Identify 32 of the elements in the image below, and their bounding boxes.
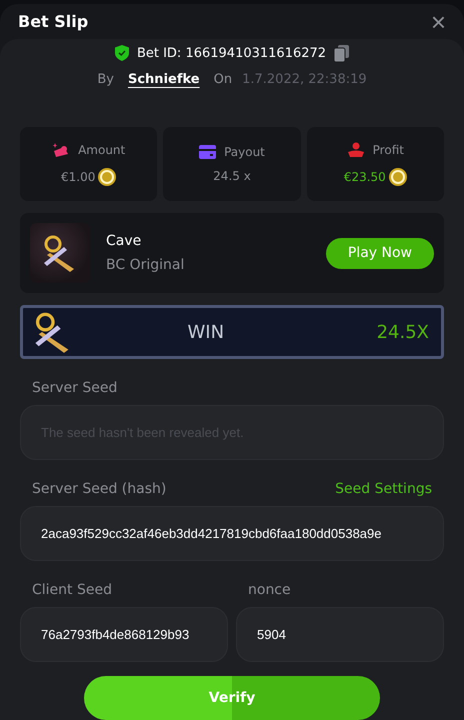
- coin-icon: [388, 168, 407, 186]
- on-label: On: [214, 72, 232, 86]
- close-button[interactable]: ×: [430, 8, 446, 34]
- stat-value: €1.00: [60, 170, 96, 184]
- stat-label: Payout: [224, 145, 265, 159]
- stat-value: €23.50: [344, 170, 386, 184]
- coin-icon: [98, 168, 116, 186]
- coins-icon: [52, 142, 70, 158]
- server-seed-hash-field[interactable]: 2aca93f529cc32af46eb3dd4217819cbd6faa180dd0538a9e: [20, 506, 444, 561]
- nonce-field[interactable]: 5904: [236, 607, 444, 662]
- stat-value: 24.5 x: [213, 169, 251, 183]
- username-link[interactable]: Schniefke: [128, 72, 200, 86]
- field-label: nonce: [248, 582, 291, 598]
- bet-date: 1.7.2022, 22:38:19: [242, 72, 367, 86]
- field-label: Server Seed (hash): [32, 481, 166, 497]
- win-multiplier: 24.5X: [376, 322, 429, 342]
- card-icon: [199, 145, 216, 159]
- game-name: Cave: [106, 233, 142, 249]
- stat-label: Profit: [372, 143, 404, 157]
- by-label: By: [97, 72, 114, 86]
- win-label: WIN: [186, 322, 226, 342]
- seed-settings-link[interactable]: Seed Settings: [335, 481, 432, 497]
- stat-label: Amount: [78, 143, 126, 157]
- game-provider: BC Original: [106, 257, 186, 273]
- dialog-title: Bet Slip: [18, 12, 88, 31]
- hand-person-icon: [346, 142, 365, 158]
- copy-icon[interactable]: [334, 44, 350, 62]
- client-seed-field[interactable]: 76a2793fb4de868129b93: [20, 607, 228, 662]
- field-label: Client Seed: [32, 582, 112, 598]
- shield-check-icon: [114, 45, 129, 61]
- field-label: Server Seed: [32, 380, 118, 396]
- bet-id: Bet ID: 16619410311616272: [136, 46, 326, 60]
